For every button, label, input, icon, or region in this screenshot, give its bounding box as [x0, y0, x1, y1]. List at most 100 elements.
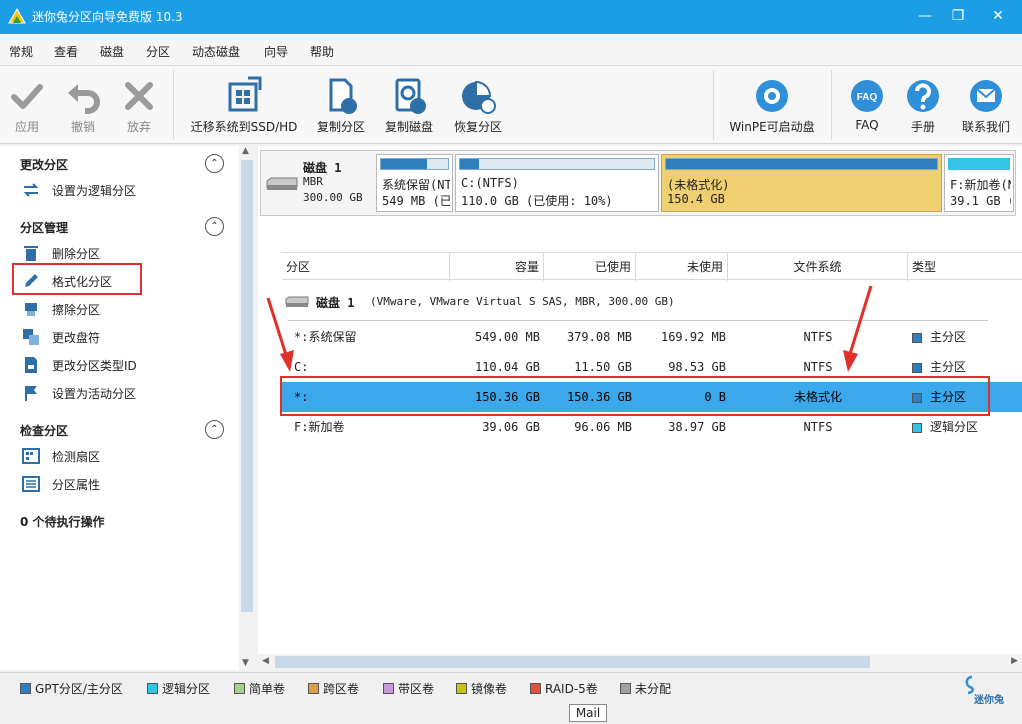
partition-block-selected[interactable]: (未格式化) 150.4 GB: [661, 154, 942, 212]
legend-bar: GPT分区/主分区 逻辑分区 简单卷 跨区卷 带区卷 镜像卷 RAID-5卷 未…: [0, 672, 1022, 706]
menu-dynamic-disk[interactable]: 动态磁盘: [192, 43, 240, 60]
restore-button[interactable]: ❐: [945, 4, 971, 28]
col-unused[interactable]: 未使用: [636, 253, 728, 281]
scroll-left-icon[interactable]: ◀: [262, 656, 269, 666]
scroll-thumb[interactable]: [275, 656, 870, 668]
menu-disk[interactable]: 磁盘: [100, 43, 124, 60]
contact-button[interactable]: 联系我们: [954, 66, 1018, 144]
cell-used: 379.08 MB: [566, 330, 632, 344]
col-used[interactable]: 已使用: [544, 253, 636, 281]
convert-icon: [23, 183, 39, 197]
legend-label: 逻辑分区: [162, 682, 211, 696]
manual-button[interactable]: 手册: [898, 66, 948, 144]
drive-letter-icon: [23, 329, 39, 345]
recover-partition-button[interactable]: 恢复分区: [446, 66, 510, 144]
copy-disk-icon: [395, 78, 426, 114]
scroll-up-icon[interactable]: ▲: [242, 146, 249, 156]
partition-label: F:新加卷(NTFS): [950, 178, 1011, 192]
apply-label: 应用: [14, 120, 39, 134]
table-row[interactable]: F:新加卷 39.06 GB 96.06 MB 38.97 GB NTFS 逻辑…: [282, 412, 1022, 442]
menu-general[interactable]: 常规: [9, 43, 33, 60]
collapse-icon[interactable]: ⌃: [205, 217, 224, 236]
partition-size: 110.0 GB (已使用: 10%): [461, 194, 613, 208]
legend-swatch: [620, 683, 631, 694]
cell-unused: 169.92 MB: [660, 330, 726, 344]
apply-button[interactable]: 应用: [2, 66, 52, 144]
partition-label: C:(NTFS): [461, 176, 519, 190]
cell-partition: *:系统保留: [294, 330, 357, 344]
migrate-os-button[interactable]: 迁移系统到SSD/HD: [184, 66, 304, 144]
migrate-os-icon: [228, 76, 262, 112]
disk-1-map[interactable]: 磁盘 1 MBR 300.00 GB 系统保留(NTFS) 549 MB (已使…: [260, 150, 1016, 216]
scroll-down-icon[interactable]: ▼: [242, 658, 249, 668]
menu-partition[interactable]: 分区: [146, 43, 170, 60]
cell-type: 逻辑分区: [930, 420, 979, 434]
disk-name: 磁盘 1: [303, 161, 342, 175]
faq-button[interactable]: FAQ FAQ: [842, 66, 892, 144]
migrate-os-label: 迁移系统到SSD/HD: [190, 120, 298, 134]
menu-view[interactable]: 查看: [54, 43, 78, 60]
winpe-label: WinPE可启动盘: [729, 120, 815, 134]
disk-size: 300.00 GB: [303, 191, 363, 204]
cell-filesystem: NTFS: [803, 330, 833, 344]
table-hscrollbar[interactable]: ◀ ▶: [258, 654, 1022, 670]
cell-capacity: 39.06 GB: [482, 420, 540, 434]
manual-label: 手册: [910, 120, 935, 134]
legend-item: 未分配: [620, 680, 671, 697]
legend-item: 逻辑分区: [147, 680, 210, 697]
partition-size: 150.4 GB: [667, 192, 725, 206]
partition-block[interactable]: 系统保留(NTFS) 549 MB (已使用: 69%): [376, 154, 453, 212]
winpe-button[interactable]: WinPE可启动盘: [722, 66, 822, 144]
op-label: 分区属性: [52, 478, 101, 492]
type-id-icon: [25, 357, 37, 373]
col-capacity[interactable]: 容量: [450, 253, 544, 281]
legend-swatch: [234, 683, 245, 694]
copy-disk-button[interactable]: 复制磁盘: [378, 66, 440, 144]
collapse-icon[interactable]: ⌃: [205, 420, 224, 439]
mail-icon: [970, 80, 1002, 112]
type-swatch: [912, 332, 922, 343]
disk-row[interactable]: 磁盘 1 (VMware, VMware Virtual S SAS, MBR,…: [282, 290, 982, 314]
undo-button[interactable]: 撤销: [58, 66, 108, 144]
col-type[interactable]: 类型: [908, 253, 1022, 281]
cell-type: 主分区: [930, 360, 967, 374]
op-label: 设置为活动分区: [52, 387, 137, 401]
legend-item: GPT分区/主分区: [20, 680, 123, 697]
title-bar: 迷你兔分区向导免费版 10.3 — ❐ ✕: [0, 0, 1022, 34]
op-label: 更改盘符: [52, 331, 101, 345]
copy-partition-button[interactable]: 复制分区: [310, 66, 372, 144]
legend-item: 带区卷: [383, 680, 434, 697]
section-partition-management: 分区管理: [20, 221, 69, 235]
close-button[interactable]: ✕: [985, 4, 1011, 28]
properties-icon: [22, 476, 40, 492]
highlight-box: [12, 263, 142, 295]
legend-swatch: [383, 683, 394, 694]
usage-fill: [460, 159, 480, 169]
col-partition[interactable]: 分区: [282, 253, 450, 281]
op-label: 删除分区: [52, 247, 101, 261]
cell-type: 主分区: [930, 330, 967, 344]
menu-wizard[interactable]: 向导: [264, 43, 288, 60]
partition-block[interactable]: F:新加卷(NTFS) 39.1 GB (已使用: 0%): [944, 154, 1014, 212]
toolbar-separator: [713, 70, 714, 140]
scroll-thumb[interactable]: [241, 160, 253, 612]
collapse-icon[interactable]: ⌃: [205, 154, 224, 173]
table-row[interactable]: *:系统保留 549.00 MB 379.08 MB 169.92 MB NTF…: [282, 322, 1022, 352]
partition-label: 系统保留(NTFS): [382, 178, 450, 192]
svg-text:FAQ: FAQ: [857, 92, 878, 103]
discard-button[interactable]: 放弃: [114, 66, 164, 144]
legend-swatch: [147, 683, 158, 694]
minimize-button[interactable]: —: [912, 4, 938, 28]
scroll-right-icon[interactable]: ▶: [1011, 656, 1018, 666]
sidebar-scrollbar[interactable]: ▲ ▼: [239, 146, 256, 670]
hard-disk-icon: [285, 296, 309, 307]
col-filesystem[interactable]: 文件系统: [728, 253, 908, 281]
op-label: 擦除分区: [52, 303, 101, 317]
partition-block[interactable]: C:(NTFS) 110.0 GB (已使用: 10%): [455, 154, 659, 212]
menu-help[interactable]: 帮助: [310, 43, 334, 60]
legend-swatch: [456, 683, 467, 694]
cell-unused: 38.97 GB: [668, 420, 726, 434]
cell-capacity: 549.00 MB: [474, 330, 540, 344]
op-label: 检测扇区: [52, 450, 101, 464]
pending-operations: 0 个待执行操作: [20, 515, 105, 529]
